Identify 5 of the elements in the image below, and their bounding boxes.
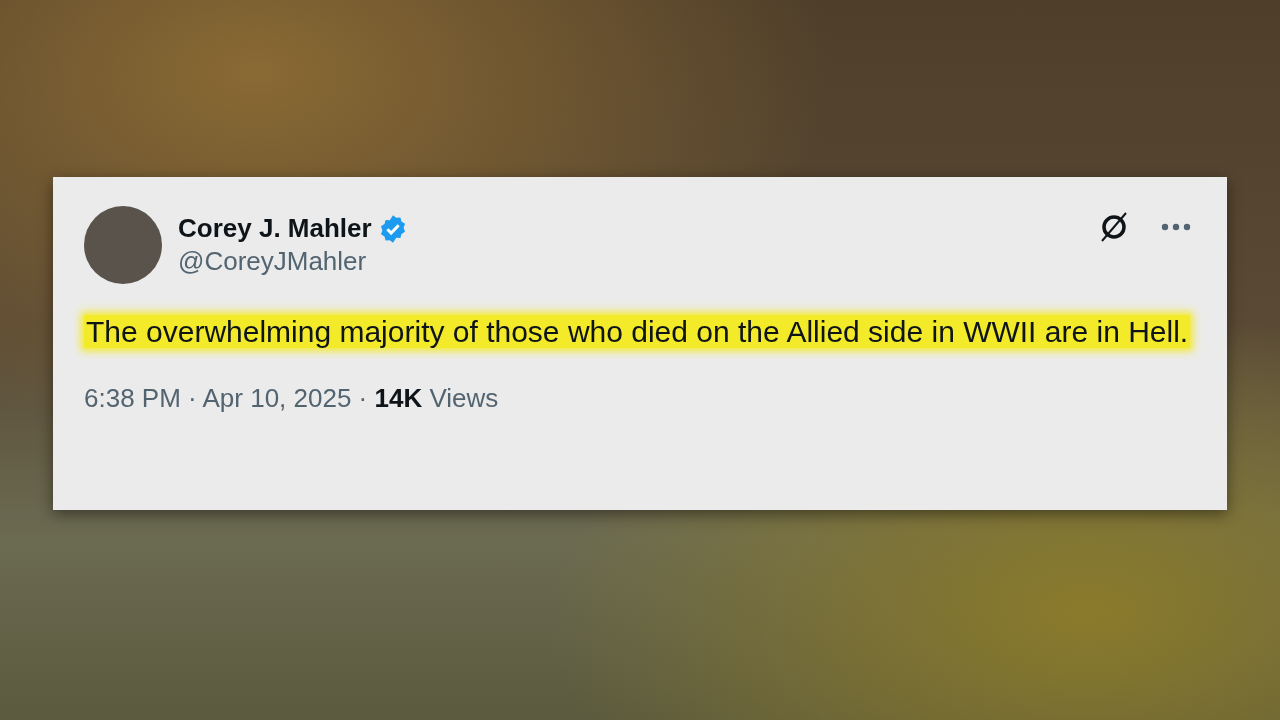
more-icon[interactable] <box>1161 223 1191 231</box>
post-text: The overwhelming majority of those who died on the Allied side in WWII are in Hell. <box>84 314 1191 350</box>
author-handle[interactable]: @CoreyJMahler <box>178 246 1081 277</box>
post-meta: 6:38 PM · Apr 10, 2025 · 14K Views <box>84 383 500 414</box>
author-name[interactable]: Corey J. Mahler <box>178 213 372 244</box>
